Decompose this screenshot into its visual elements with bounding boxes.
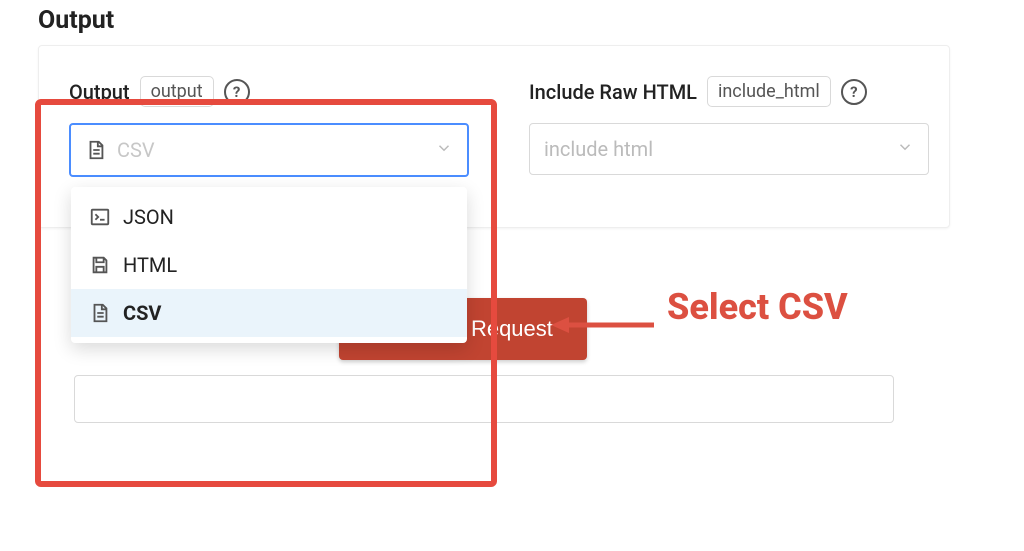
form-card: Output output ? CSV [38, 45, 950, 228]
include-html-select[interactable]: include html [529, 123, 929, 175]
help-icon[interactable]: ? [841, 79, 867, 105]
include-html-badge: include_html [707, 76, 831, 107]
output-badge: output [140, 76, 214, 107]
include-html-label: Include Raw HTML [529, 80, 697, 104]
file-icon [89, 302, 111, 324]
output-selected-value: CSV [117, 138, 155, 162]
dropdown-option-json[interactable]: JSON [71, 193, 467, 241]
file-icon [85, 139, 107, 161]
annotation-text: Select CSV [667, 286, 848, 328]
include-html-column: Include Raw HTML include_html ? include … [529, 76, 929, 177]
dropdown-option-csv[interactable]: CSV [71, 289, 467, 337]
section-heading: Output [38, 6, 994, 35]
dropdown-option-html[interactable]: HTML [71, 241, 467, 289]
output-dropdown: JSON HTML [71, 187, 467, 343]
chevron-down-icon [896, 138, 914, 160]
help-icon[interactable]: ? [224, 79, 250, 105]
annotation-callout: Select CSV [549, 286, 848, 328]
output-column: Output output ? CSV [69, 76, 469, 177]
dropdown-option-label: CSV [123, 301, 161, 325]
terminal-icon [89, 206, 111, 228]
include-html-field-header: Include Raw HTML include_html ? [529, 76, 929, 107]
output-select[interactable]: CSV JSON [69, 123, 469, 177]
output-field-header: Output output ? [69, 76, 469, 107]
hidden-input-row[interactable] [74, 375, 894, 423]
include-html-placeholder: include html [544, 137, 653, 161]
arrow-left-icon [549, 302, 649, 312]
columns: Output output ? CSV [69, 76, 919, 177]
dropdown-option-label: JSON [123, 205, 174, 229]
output-label: Output [69, 80, 130, 104]
save-icon [89, 254, 111, 276]
chevron-down-icon [435, 139, 453, 161]
form-wrap: Output output ? CSV [38, 45, 888, 360]
dropdown-option-label: HTML [123, 253, 177, 277]
